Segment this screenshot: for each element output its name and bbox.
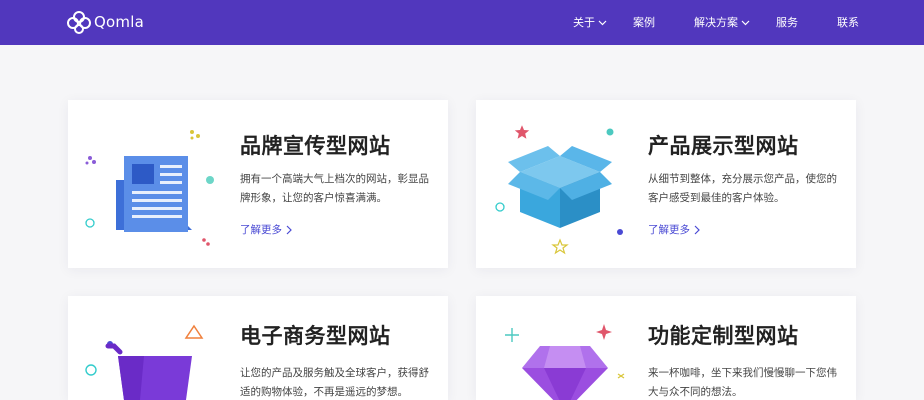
card-custom-website[interactable]: 功能定制型网站 来一杯咖啡，坐下来我们慢慢聊一下您伟 大与众不同的想法。: [476, 296, 856, 400]
card-description-line: 从细节到整体，充分展示您产品，使您的: [648, 173, 837, 185]
card-title: 电子商务型网站: [240, 324, 391, 348]
nav-cases-label: 案例: [633, 16, 655, 29]
cart-illustration: [85, 324, 204, 400]
card-description-line: 牌形象，让您的客户惊喜满满。: [240, 192, 387, 204]
card-description-line: 大与众不同的想法。: [648, 386, 743, 398]
card-brand-website[interactable]: 品牌宣传型网站 拥有一个高端大气上档次的网站，彰显品 牌形象，让您的客户惊喜满满…: [68, 100, 448, 268]
chevron-right-icon: [694, 225, 700, 234]
card-product-website[interactable]: 产品展示型网站 从细节到整体，充分展示您产品，使您的 客户感受到最佳的客户体验。…: [476, 100, 856, 268]
card-title: 品牌宣传型网站: [240, 134, 391, 158]
card-title: 产品展示型网站: [648, 134, 799, 158]
card-title: 功能定制型网站: [648, 324, 799, 348]
newspaper-illustration: [85, 130, 214, 246]
nav-contact-label: 联系: [837, 16, 859, 29]
logo-icon: [67, 11, 91, 34]
shopping-cart-icon: [105, 343, 192, 400]
nav-about[interactable]: 关于: [573, 14, 607, 31]
card-description-line: 客户感受到最佳的客户体验。: [648, 192, 785, 204]
nav-contact[interactable]: 联系: [837, 14, 859, 31]
card-description: 从细节到整体，充分展示您产品，使您的 客户感受到最佳的客户体验。: [648, 170, 837, 208]
card-ecommerce-website[interactable]: 电子商务型网站 让您的产品及服务触及全球客户，获得舒 适的购物体验，不再是遥远的…: [68, 296, 448, 400]
gem-illustration: [505, 324, 625, 400]
card-description-line: 拥有一个高端大气上档次的网站，彰显品: [240, 173, 429, 185]
card-description-line: 来一杯咖啡，坐下来我们慢慢聊一下您伟: [648, 367, 837, 379]
learn-more-link[interactable]: 了解更多: [240, 222, 293, 237]
card-description-line: 适的购物体验，不再是遥远的梦想。: [240, 386, 408, 398]
nav-services-label: 服务: [776, 16, 798, 29]
card-description: 拥有一个高端大气上档次的网站，彰显品 牌形象，让您的客户惊喜满满。: [240, 170, 429, 208]
learn-more-label: 了解更多: [240, 224, 282, 236]
box-icon: [508, 146, 612, 228]
card-description: 让您的产品及服务触及全球客户，获得舒 适的购物体验，不再是遥远的梦想。: [240, 364, 429, 400]
logo[interactable]: Qomla: [66, 10, 144, 34]
chevron-right-icon: [286, 225, 292, 234]
nav-about-label: 关于: [573, 16, 595, 29]
logo-text: Qomla: [94, 13, 144, 31]
chevron-down-icon: [741, 20, 750, 25]
nav-services[interactable]: 服务: [776, 14, 798, 31]
chevron-down-icon: [598, 20, 607, 25]
gem-icon: [522, 346, 608, 400]
card-description: 来一杯咖啡，坐下来我们慢慢聊一下您伟 大与众不同的想法。: [648, 364, 837, 400]
top-navbar: Qomla 关于 案例 解决方案 服务 联系: [0, 0, 924, 45]
learn-more-link[interactable]: 了解更多: [648, 222, 701, 237]
learn-more-label: 了解更多: [648, 224, 690, 236]
nav-solutions-label: 解决方案: [694, 16, 738, 29]
box-illustration: [495, 125, 623, 255]
newspaper-icon: [116, 156, 192, 232]
nav-cases[interactable]: 案例: [633, 14, 655, 31]
card-description-line: 让您的产品及服务触及全球客户，获得舒: [240, 367, 429, 379]
nav-solutions[interactable]: 解决方案: [694, 14, 750, 31]
